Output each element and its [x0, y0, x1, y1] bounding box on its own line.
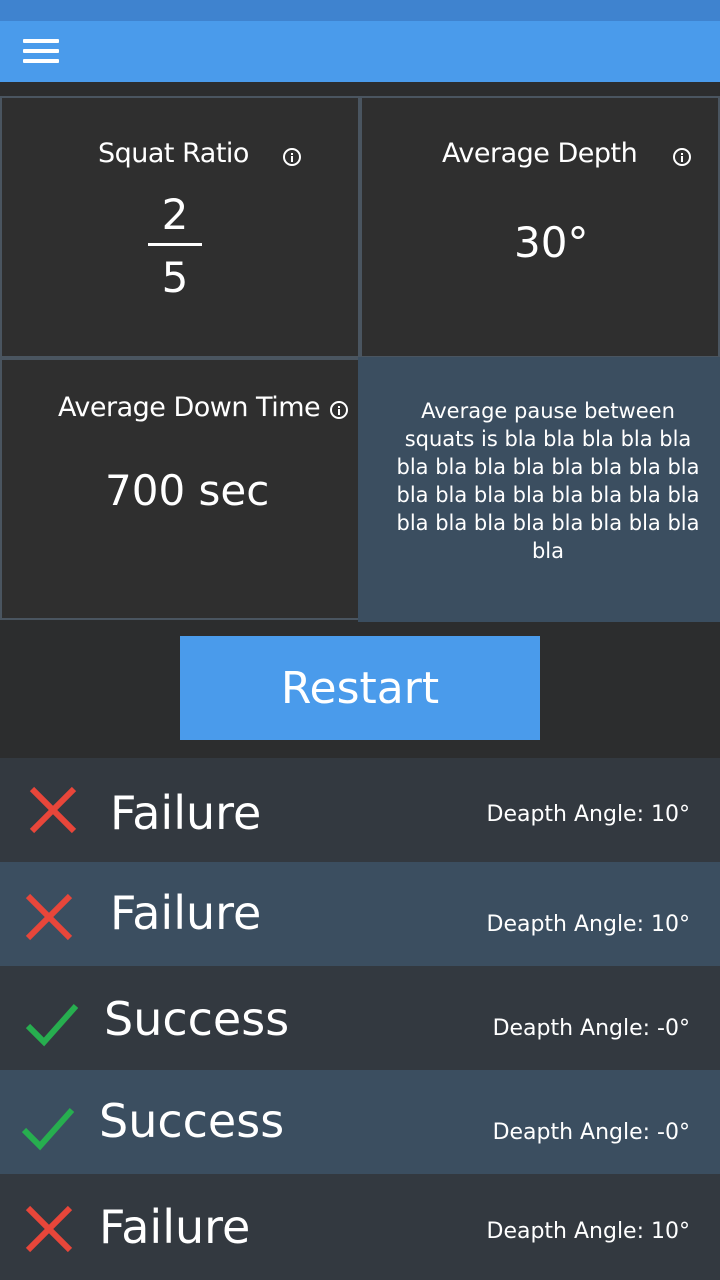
results-list: Failure Deapth Angle: 10° Failure Deapth… — [0, 758, 720, 1280]
status-bar — [0, 0, 720, 21]
list-item[interactable]: Failure Deapth Angle: 10° — [0, 862, 720, 966]
check-icon — [25, 1004, 78, 1047]
depth-angle: Deapth Angle: 10° — [486, 802, 691, 827]
result-status: Failure — [99, 1200, 251, 1254]
info-icon[interactable] — [330, 401, 348, 419]
average-down-time-tile: Average Down Time 700 sec — [0, 358, 360, 620]
squat-ratio-numerator: 2 — [161, 190, 189, 239]
average-depth-title: Average Depth — [442, 138, 638, 169]
cross-icon — [25, 893, 73, 941]
result-status: Failure — [110, 786, 262, 840]
squat-ratio-title: Squat Ratio — [98, 138, 249, 169]
average-down-time-title: Average Down Time — [58, 392, 321, 423]
result-status: Success — [99, 1094, 285, 1148]
restart-button[interactable]: Restart — [180, 636, 540, 740]
result-status: Success — [104, 992, 290, 1046]
restart-area: Restart — [0, 622, 720, 758]
hamburger-icon[interactable] — [23, 39, 59, 64]
squat-ratio-tile: Squat Ratio 2 5 — [0, 96, 360, 358]
cross-icon — [25, 1205, 73, 1253]
average-depth-value: 30° — [514, 218, 589, 267]
info-icon[interactable] — [673, 148, 691, 166]
depth-angle: Deapth Angle: -0° — [492, 1120, 690, 1145]
stats-grid: Squat Ratio 2 5 Average Depth 30° Averag… — [0, 82, 720, 622]
depth-angle: Deapth Angle: -0° — [492, 1016, 690, 1041]
cross-icon — [29, 786, 77, 834]
pause-description-tile: Average pause between squats is bla bla … — [358, 357, 720, 622]
squat-ratio-denominator: 5 — [161, 253, 189, 302]
average-down-time-value: 700 sec — [105, 466, 270, 515]
list-item[interactable]: Failure Deapth Angle: 10° — [0, 1174, 720, 1280]
fraction-line — [148, 243, 202, 246]
depth-angle: Deapth Angle: 10° — [486, 912, 691, 937]
list-item[interactable]: Success Deapth Angle: -0° — [0, 966, 720, 1070]
check-icon — [21, 1108, 74, 1151]
list-item[interactable]: Success Deapth Angle: -0° — [0, 1070, 720, 1174]
average-depth-tile: Average Depth 30° — [360, 96, 720, 358]
pause-description-text: Average pause between squats is bla bla … — [396, 399, 700, 563]
app-bar — [0, 21, 720, 82]
list-item[interactable]: Failure Deapth Angle: 10° — [0, 758, 720, 862]
result-status: Failure — [110, 886, 262, 940]
info-icon[interactable] — [283, 148, 301, 166]
depth-angle: Deapth Angle: 10° — [486, 1219, 691, 1244]
